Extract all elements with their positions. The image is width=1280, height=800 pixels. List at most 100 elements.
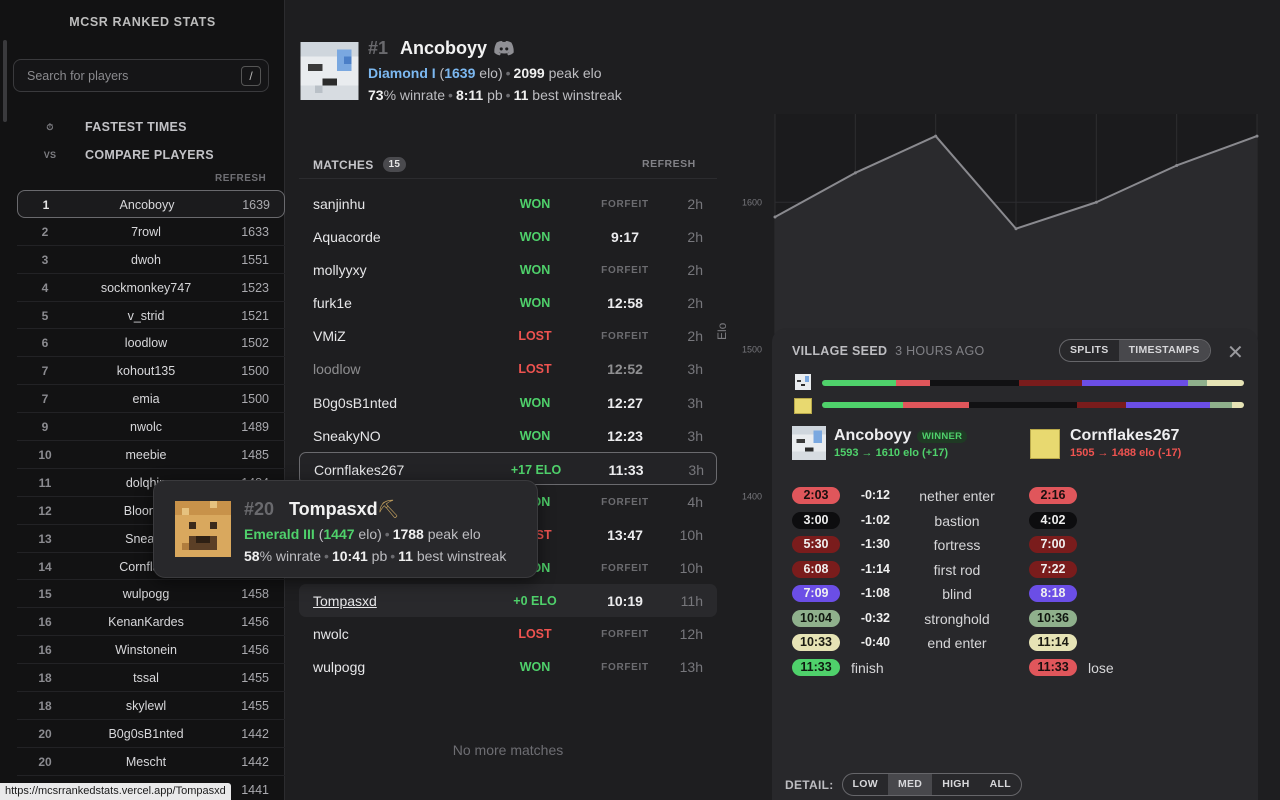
player-b-mini-avatar	[794, 398, 812, 414]
leaderboard-elo: 1521	[241, 308, 269, 323]
match-result: +0 ELO	[513, 594, 557, 609]
match-opponent[interactable]: SneakyNO	[313, 428, 381, 444]
chart-point[interactable]	[1014, 227, 1018, 231]
leaderboard-row[interactable]: 18 skylewl 1455	[17, 692, 285, 720]
match-opponent[interactable]: Aquacorde	[313, 229, 381, 245]
match-opponent[interactable]: mollyyxy	[313, 262, 367, 278]
detail-option[interactable]: ALL	[980, 774, 1021, 795]
nav-compare-players[interactable]: VS COMPARE PLAYERS	[40, 145, 214, 165]
detail-option[interactable]: HIGH	[932, 774, 979, 795]
matches-header: MATCHES 15	[313, 157, 407, 172]
match-ago: 11h	[680, 593, 703, 610]
leaderboard-name: tssal	[133, 671, 159, 686]
player-a-name[interactable]: Ancoboyy	[834, 427, 911, 445]
detail-option[interactable]: LOW	[843, 774, 888, 795]
match-row[interactable]: Aquacorde WON 9:17 2h	[299, 220, 717, 253]
leaderboard-row[interactable]: 16 KenanKardes 1456	[17, 608, 285, 637]
leaderboard-row[interactable]: 3 dwoh 1551	[17, 246, 285, 274]
match-opponent[interactable]: Cornflakes267	[314, 462, 404, 478]
split-diff: -1:02	[860, 512, 890, 527]
hover-tier: Emerald III	[244, 526, 315, 542]
match-row[interactable]: sanjinhu WON FORFEIT 2h	[299, 187, 717, 220]
match-opponent[interactable]: loodlow	[313, 361, 360, 377]
leaderboard-rank: 14	[38, 559, 52, 574]
chart-point[interactable]	[1255, 134, 1259, 138]
player-b-split-time: 7:22	[1029, 560, 1077, 578]
split-diff: -1:30	[860, 537, 890, 551]
match-opponent[interactable]: wulpogg	[313, 659, 365, 675]
chart-point[interactable]	[853, 171, 857, 175]
match-row[interactable]: wulpogg WON FORFEIT 13h	[299, 650, 717, 683]
search-input[interactable]	[27, 67, 237, 85]
leaderboard-row[interactable]: 20 Mescht 1442	[17, 748, 285, 776]
nav-fastest-times[interactable]: ⏱ FASTEST TIMES	[40, 117, 187, 137]
match-row[interactable]: B0g0sB1nted WON 12:27 3h	[299, 386, 717, 419]
leaderboard-row[interactable]: 5 v_strid 1521	[17, 302, 285, 330]
match-time: FORFEIT	[601, 563, 649, 575]
match-row[interactable]: nwolc LOST FORFEIT 12h	[299, 617, 717, 650]
match-row[interactable]: loodlow LOST 12:52 3h	[299, 352, 717, 385]
chart-point[interactable]	[773, 215, 777, 219]
hover-peak-elo: 1788	[392, 526, 424, 542]
player-a-split-time: 10:33	[792, 634, 840, 651]
match-opponent[interactable]: furk1e	[313, 295, 352, 311]
match-row[interactable]: mollyyxy WON FORFEIT 2h	[299, 253, 717, 286]
split-row: 10:04 -0:32 stronghold 10:36	[772, 608, 1258, 633]
player-b-name[interactable]: Cornflakes267	[1070, 427, 1179, 445]
match-opponent[interactable]: B0g0sB1nted	[313, 395, 397, 411]
splits-table: 2:03 -0:12 nether enter 2:16 3:00 -1:02 bastio…	[772, 485, 1258, 681]
leaderboard-row[interactable]: 1 Ancoboyy 1639	[17, 190, 285, 218]
leaderboard-row[interactable]: 20 B0g0sB1nted 1442	[17, 720, 285, 748]
split-row: 3:00 -1:02 bastion 4:02	[772, 510, 1258, 535]
match-time-ago: 3 HOURS AGO	[895, 344, 985, 358]
match-opponent[interactable]: sanjinhu	[313, 196, 365, 212]
match-opponent[interactable]: nwolc	[313, 626, 349, 642]
leaderboard-row[interactable]: 7 emia 1500	[17, 385, 285, 414]
match-row[interactable]: furk1e WON 12:58 2h	[299, 286, 717, 319]
chart-y-label: Elo	[715, 322, 729, 340]
leaderboard-row[interactable]: 10 meebie 1485	[17, 441, 285, 469]
leaderboard-row[interactable]: 7 kohout135 1500	[17, 357, 285, 386]
player-b-finish-time: 11:33	[1029, 658, 1077, 676]
search-shortcut-key: /	[241, 66, 261, 86]
match-row[interactable]: Tompasxd +0 ELO 10:19 11h	[299, 584, 717, 618]
chart-y-tick-label: 1500	[742, 344, 762, 354]
split-diff: -0:40	[860, 635, 890, 649]
match-opponent[interactable]: VMiZ	[313, 328, 346, 344]
detail-option[interactable]: MED	[887, 774, 933, 795]
leaderboard-rank: 5	[41, 308, 49, 323]
leaderboard-rank: 7	[41, 392, 49, 407]
leaderboard-row[interactable]: 15 wulpogg 1458	[17, 580, 285, 609]
discord-icon[interactable]	[493, 39, 515, 57]
close-icon[interactable]: ✕	[1227, 340, 1244, 365]
chart-point[interactable]	[1175, 163, 1179, 167]
match-result: LOST	[518, 329, 552, 344]
leaderboard-refresh-button[interactable]: REFRESH	[215, 173, 266, 184]
leaderboard-rank: 16	[38, 643, 52, 658]
chart-point[interactable]	[1094, 200, 1098, 204]
pb-label: pb	[371, 548, 388, 564]
detail-level-control: DETAIL: LOW MED HIGH ALL	[785, 773, 1022, 796]
split-bar-segment	[1232, 402, 1244, 408]
chart-y-tick-label: 1400	[742, 491, 762, 501]
sidebar-scrollbar[interactable]	[3, 40, 7, 122]
match-ago: 2h	[687, 328, 703, 345]
toggle-timestamps[interactable]: TIMESTAMPS	[1118, 340, 1210, 361]
nav-label: COMPARE PLAYERS	[85, 148, 214, 162]
match-row[interactable]: VMiZ LOST FORFEIT 2h	[299, 319, 717, 352]
matches-refresh-button[interactable]: REFRESH	[642, 158, 696, 170]
toggle-splits[interactable]: SPLITS	[1060, 340, 1119, 361]
leaderboard-row[interactable]: 6 loodlow 1502	[17, 329, 285, 358]
split-bar-segment	[822, 402, 904, 408]
leaderboard-row[interactable]: 16 Winstonein 1456	[17, 636, 285, 665]
leaderboard-row[interactable]: 18 tssal 1455	[17, 664, 285, 692]
leaderboard-row[interactable]: 4 sockmonkey747 1523	[17, 274, 285, 302]
leaderboard-elo: 1551	[241, 252, 269, 267]
match-opponent[interactable]: Tompasxd	[313, 593, 377, 609]
leaderboard-row[interactable]: 9 nwolc 1489	[17, 413, 285, 441]
match-time: FORFEIT	[601, 662, 649, 674]
player-search[interactable]: /	[13, 59, 269, 92]
chart-point[interactable]	[934, 134, 938, 138]
match-row[interactable]: SneakyNO WON 12:23 3h	[299, 419, 717, 452]
leaderboard-row[interactable]: 2 7rowl 1633	[17, 218, 285, 246]
